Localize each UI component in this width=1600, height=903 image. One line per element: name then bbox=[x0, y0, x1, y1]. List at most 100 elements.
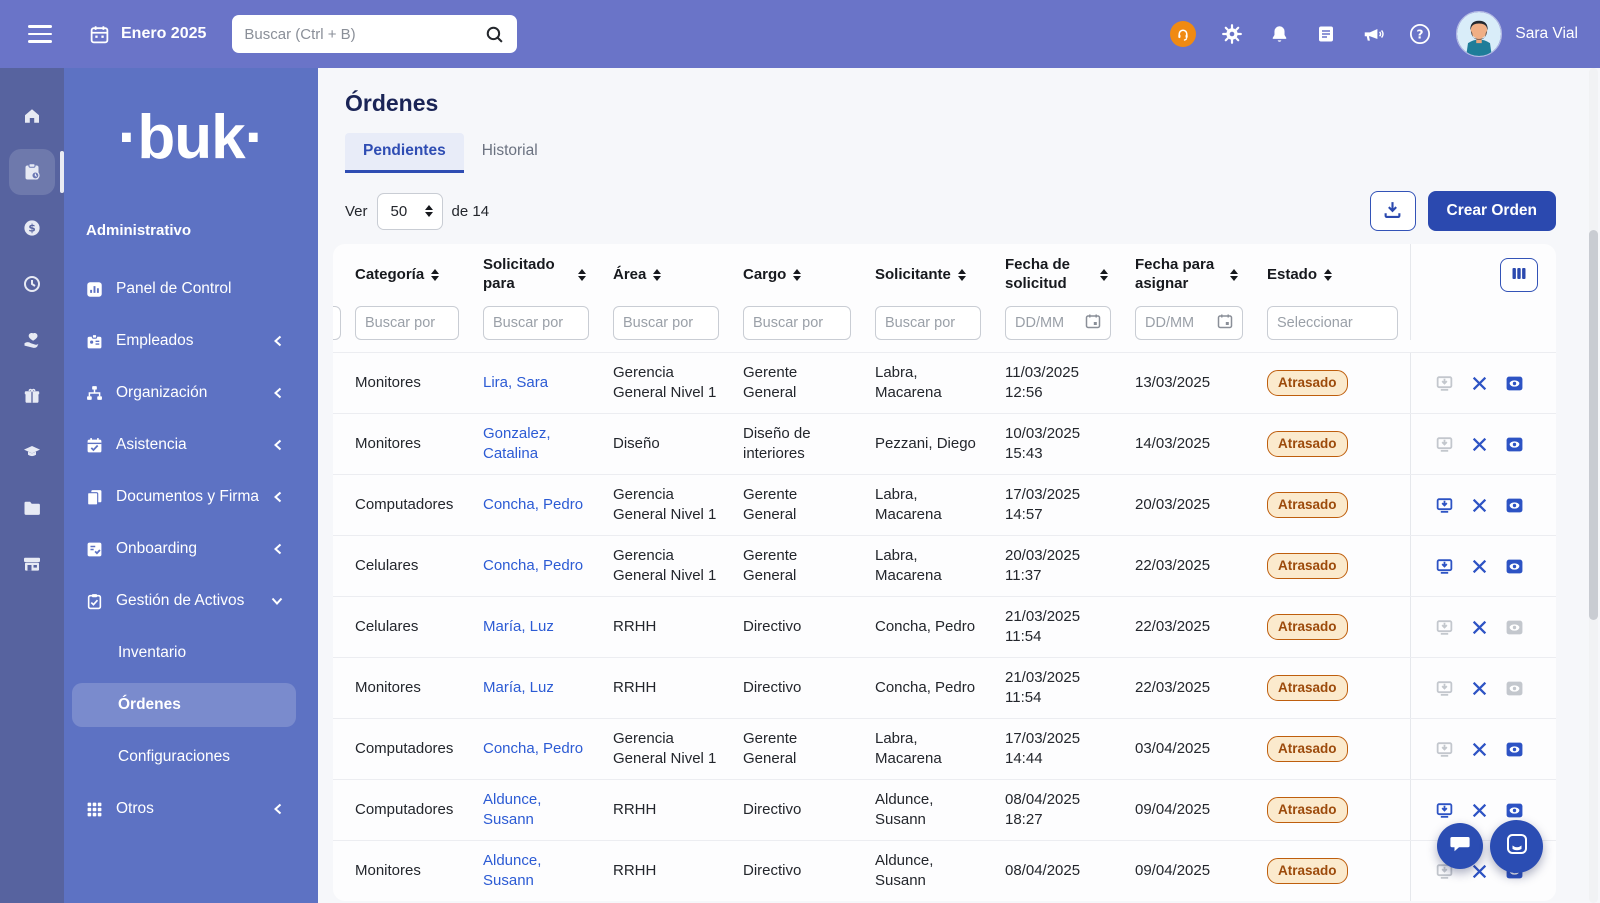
sort-icon bbox=[1324, 269, 1332, 281]
menu-toggle-button[interactable] bbox=[28, 25, 52, 43]
column-sort-fecha-asignar[interactable]: Fecha para asignar bbox=[1123, 246, 1255, 304]
cancel-order-icon-button[interactable] bbox=[1471, 802, 1488, 819]
view-order-icon-button[interactable] bbox=[1505, 558, 1524, 575]
view-order-icon-button[interactable] bbox=[1505, 436, 1524, 453]
sidebar-item-organizacion[interactable]: Organización bbox=[64, 371, 300, 415]
sidebar-subitem-inventario[interactable]: Inventario bbox=[72, 631, 296, 675]
assign-order-icon-button[interactable] bbox=[1435, 679, 1454, 698]
cell-solicitado-para-link[interactable]: María, Luz bbox=[471, 608, 601, 646]
tab-historial[interactable]: Historial bbox=[464, 133, 556, 173]
notes-icon[interactable] bbox=[1315, 23, 1337, 45]
help-icon[interactable]: ? bbox=[1409, 23, 1431, 45]
assistant-icon[interactable] bbox=[1170, 21, 1196, 47]
view-order-icon-button[interactable] bbox=[1505, 741, 1524, 758]
column-sort-area[interactable]: Área bbox=[601, 256, 731, 295]
assign-order-icon-button[interactable] bbox=[1435, 557, 1454, 576]
chat-bubble-button[interactable] bbox=[1437, 823, 1483, 869]
rail-gift-icon[interactable] bbox=[0, 368, 64, 424]
sidebar-item-onboarding[interactable]: Onboarding bbox=[64, 527, 300, 571]
cancel-order-icon-button[interactable] bbox=[1471, 375, 1488, 392]
sidebar-item-empleados[interactable]: Empleados bbox=[64, 319, 300, 363]
column-sort-fecha-solicitud[interactable]: Fecha de solicitud bbox=[993, 246, 1123, 304]
cancel-order-icon-button[interactable] bbox=[1471, 497, 1488, 514]
cell-solicitado-para-link[interactable]: Lira, Sara bbox=[471, 364, 601, 402]
vertical-scrollbar-thumb[interactable] bbox=[1589, 230, 1598, 620]
cell-fecha-asignar: 03/04/2025 bbox=[1123, 730, 1255, 768]
cancel-order-icon-button[interactable] bbox=[1471, 741, 1488, 758]
period-selector[interactable]: Enero 2025 bbox=[88, 23, 206, 45]
notifications-bell-icon[interactable] bbox=[1268, 23, 1290, 45]
search-icon[interactable] bbox=[483, 23, 505, 45]
create-order-button[interactable]: Crear Orden bbox=[1428, 191, 1556, 231]
page-size-select[interactable]: 50 bbox=[377, 193, 443, 230]
table-row: Monitores Gonzalez, Catalina Diseño Dise… bbox=[333, 413, 1556, 474]
calendar-icon[interactable] bbox=[1217, 313, 1233, 334]
sidebar-item-documentos-y-firma[interactable]: Documentos y Firma bbox=[64, 475, 300, 519]
cell-solicitado-para-link[interactable]: Aldunce, Susann bbox=[471, 781, 601, 840]
announcements-megaphone-icon[interactable] bbox=[1362, 23, 1384, 45]
filter-solicitante-input[interactable] bbox=[885, 315, 971, 331]
assign-order-icon-button[interactable] bbox=[1435, 740, 1454, 759]
view-order-icon-button[interactable] bbox=[1505, 802, 1524, 819]
rail-benefits-icon[interactable] bbox=[0, 312, 64, 368]
sidebar-item-panel-de-control[interactable]: Panel de Control bbox=[64, 267, 300, 311]
sidebar-item-otros[interactable]: Otros bbox=[64, 787, 300, 831]
column-sort-categoria[interactable]: Categoría bbox=[343, 256, 471, 295]
rail-store-icon[interactable] bbox=[0, 536, 64, 592]
rail-payroll-icon[interactable]: $ bbox=[0, 200, 64, 256]
filter-solicitado-para-input[interactable] bbox=[493, 315, 579, 331]
cell-solicitante: Labra, Macarena bbox=[863, 476, 993, 535]
filter-estado-select[interactable]: Seleccionar bbox=[1267, 306, 1398, 340]
filter-area-input[interactable] bbox=[623, 315, 709, 331]
rail-time-icon[interactable] bbox=[0, 256, 64, 312]
cell-solicitado-para-link[interactable]: María, Luz bbox=[471, 669, 601, 707]
filter-fecha-solicitud-input[interactable] bbox=[1015, 315, 1079, 331]
user-name[interactable]: Sara Vial bbox=[1515, 25, 1578, 43]
global-search-input[interactable] bbox=[244, 26, 483, 43]
sidebar-item-asistencia[interactable]: Asistencia bbox=[64, 423, 300, 467]
sidebar-subitem-configuraciones[interactable]: Configuraciones bbox=[72, 735, 296, 779]
cancel-order-icon-button[interactable] bbox=[1471, 863, 1488, 880]
view-order-icon-button[interactable] bbox=[1505, 680, 1524, 697]
assign-order-icon-button[interactable] bbox=[1435, 801, 1454, 820]
sidebar-item-gestion-de-activos[interactable]: Gestión de Activos bbox=[64, 579, 300, 623]
view-order-icon-button[interactable] bbox=[1505, 375, 1524, 392]
tab-pendientes[interactable]: Pendientes bbox=[345, 133, 464, 173]
messenger-button[interactable] bbox=[1490, 820, 1543, 873]
assign-order-icon-button[interactable] bbox=[1435, 496, 1454, 515]
column-settings-button[interactable] bbox=[1500, 258, 1538, 292]
rail-asset-management-icon[interactable] bbox=[0, 144, 64, 200]
column-sort-solicitado-para[interactable]: Solicitado para bbox=[471, 246, 601, 304]
user-avatar[interactable] bbox=[1456, 11, 1502, 57]
column-sort-cargo[interactable]: Cargo bbox=[731, 256, 863, 295]
column-sort-estado[interactable]: Estado bbox=[1255, 256, 1410, 295]
cell-solicitado-para-link[interactable]: Concha, Pedro bbox=[471, 730, 601, 768]
view-order-icon-button[interactable] bbox=[1505, 619, 1524, 636]
column-sort-solicitante[interactable]: Solicitante bbox=[863, 256, 993, 295]
export-button[interactable] bbox=[1370, 191, 1416, 231]
calendar-icon[interactable] bbox=[1085, 313, 1101, 334]
sidebar-subitem-ordenes[interactable]: Órdenes bbox=[72, 683, 296, 727]
cell-fecha-solicitud: 21/03/2025 11:54 bbox=[993, 659, 1123, 718]
cancel-order-icon-button[interactable] bbox=[1471, 680, 1488, 697]
filter-categoria-input[interactable] bbox=[365, 315, 449, 331]
assign-order-icon-button[interactable] bbox=[1435, 618, 1454, 637]
cancel-order-icon-button[interactable] bbox=[1471, 436, 1488, 453]
clipped-filter-input[interactable] bbox=[333, 306, 343, 340]
cell-solicitado-para-link[interactable]: Gonzalez, Catalina bbox=[471, 415, 601, 474]
rail-home-icon[interactable] bbox=[0, 88, 64, 144]
main-content: Órdenes Pendientes Historial Ver 50 de 1… bbox=[318, 68, 1600, 903]
cancel-order-icon-button[interactable] bbox=[1471, 558, 1488, 575]
assign-order-icon-button[interactable] bbox=[1435, 435, 1454, 454]
view-order-icon-button[interactable] bbox=[1505, 497, 1524, 514]
cell-solicitado-para-link[interactable]: Aldunce, Susann bbox=[471, 842, 601, 901]
cell-solicitado-para-link[interactable]: Concha, Pedro bbox=[471, 547, 601, 585]
assign-order-icon-button[interactable] bbox=[1435, 374, 1454, 393]
rail-files-icon[interactable] bbox=[0, 480, 64, 536]
cancel-order-icon-button[interactable] bbox=[1471, 619, 1488, 636]
cell-solicitado-para-link[interactable]: Concha, Pedro bbox=[471, 486, 601, 524]
filter-fecha-asignar-input[interactable] bbox=[1145, 315, 1211, 331]
filter-cargo-input[interactable] bbox=[753, 315, 841, 331]
settings-gear-icon[interactable] bbox=[1221, 23, 1243, 45]
rail-training-icon[interactable] bbox=[0, 424, 64, 480]
